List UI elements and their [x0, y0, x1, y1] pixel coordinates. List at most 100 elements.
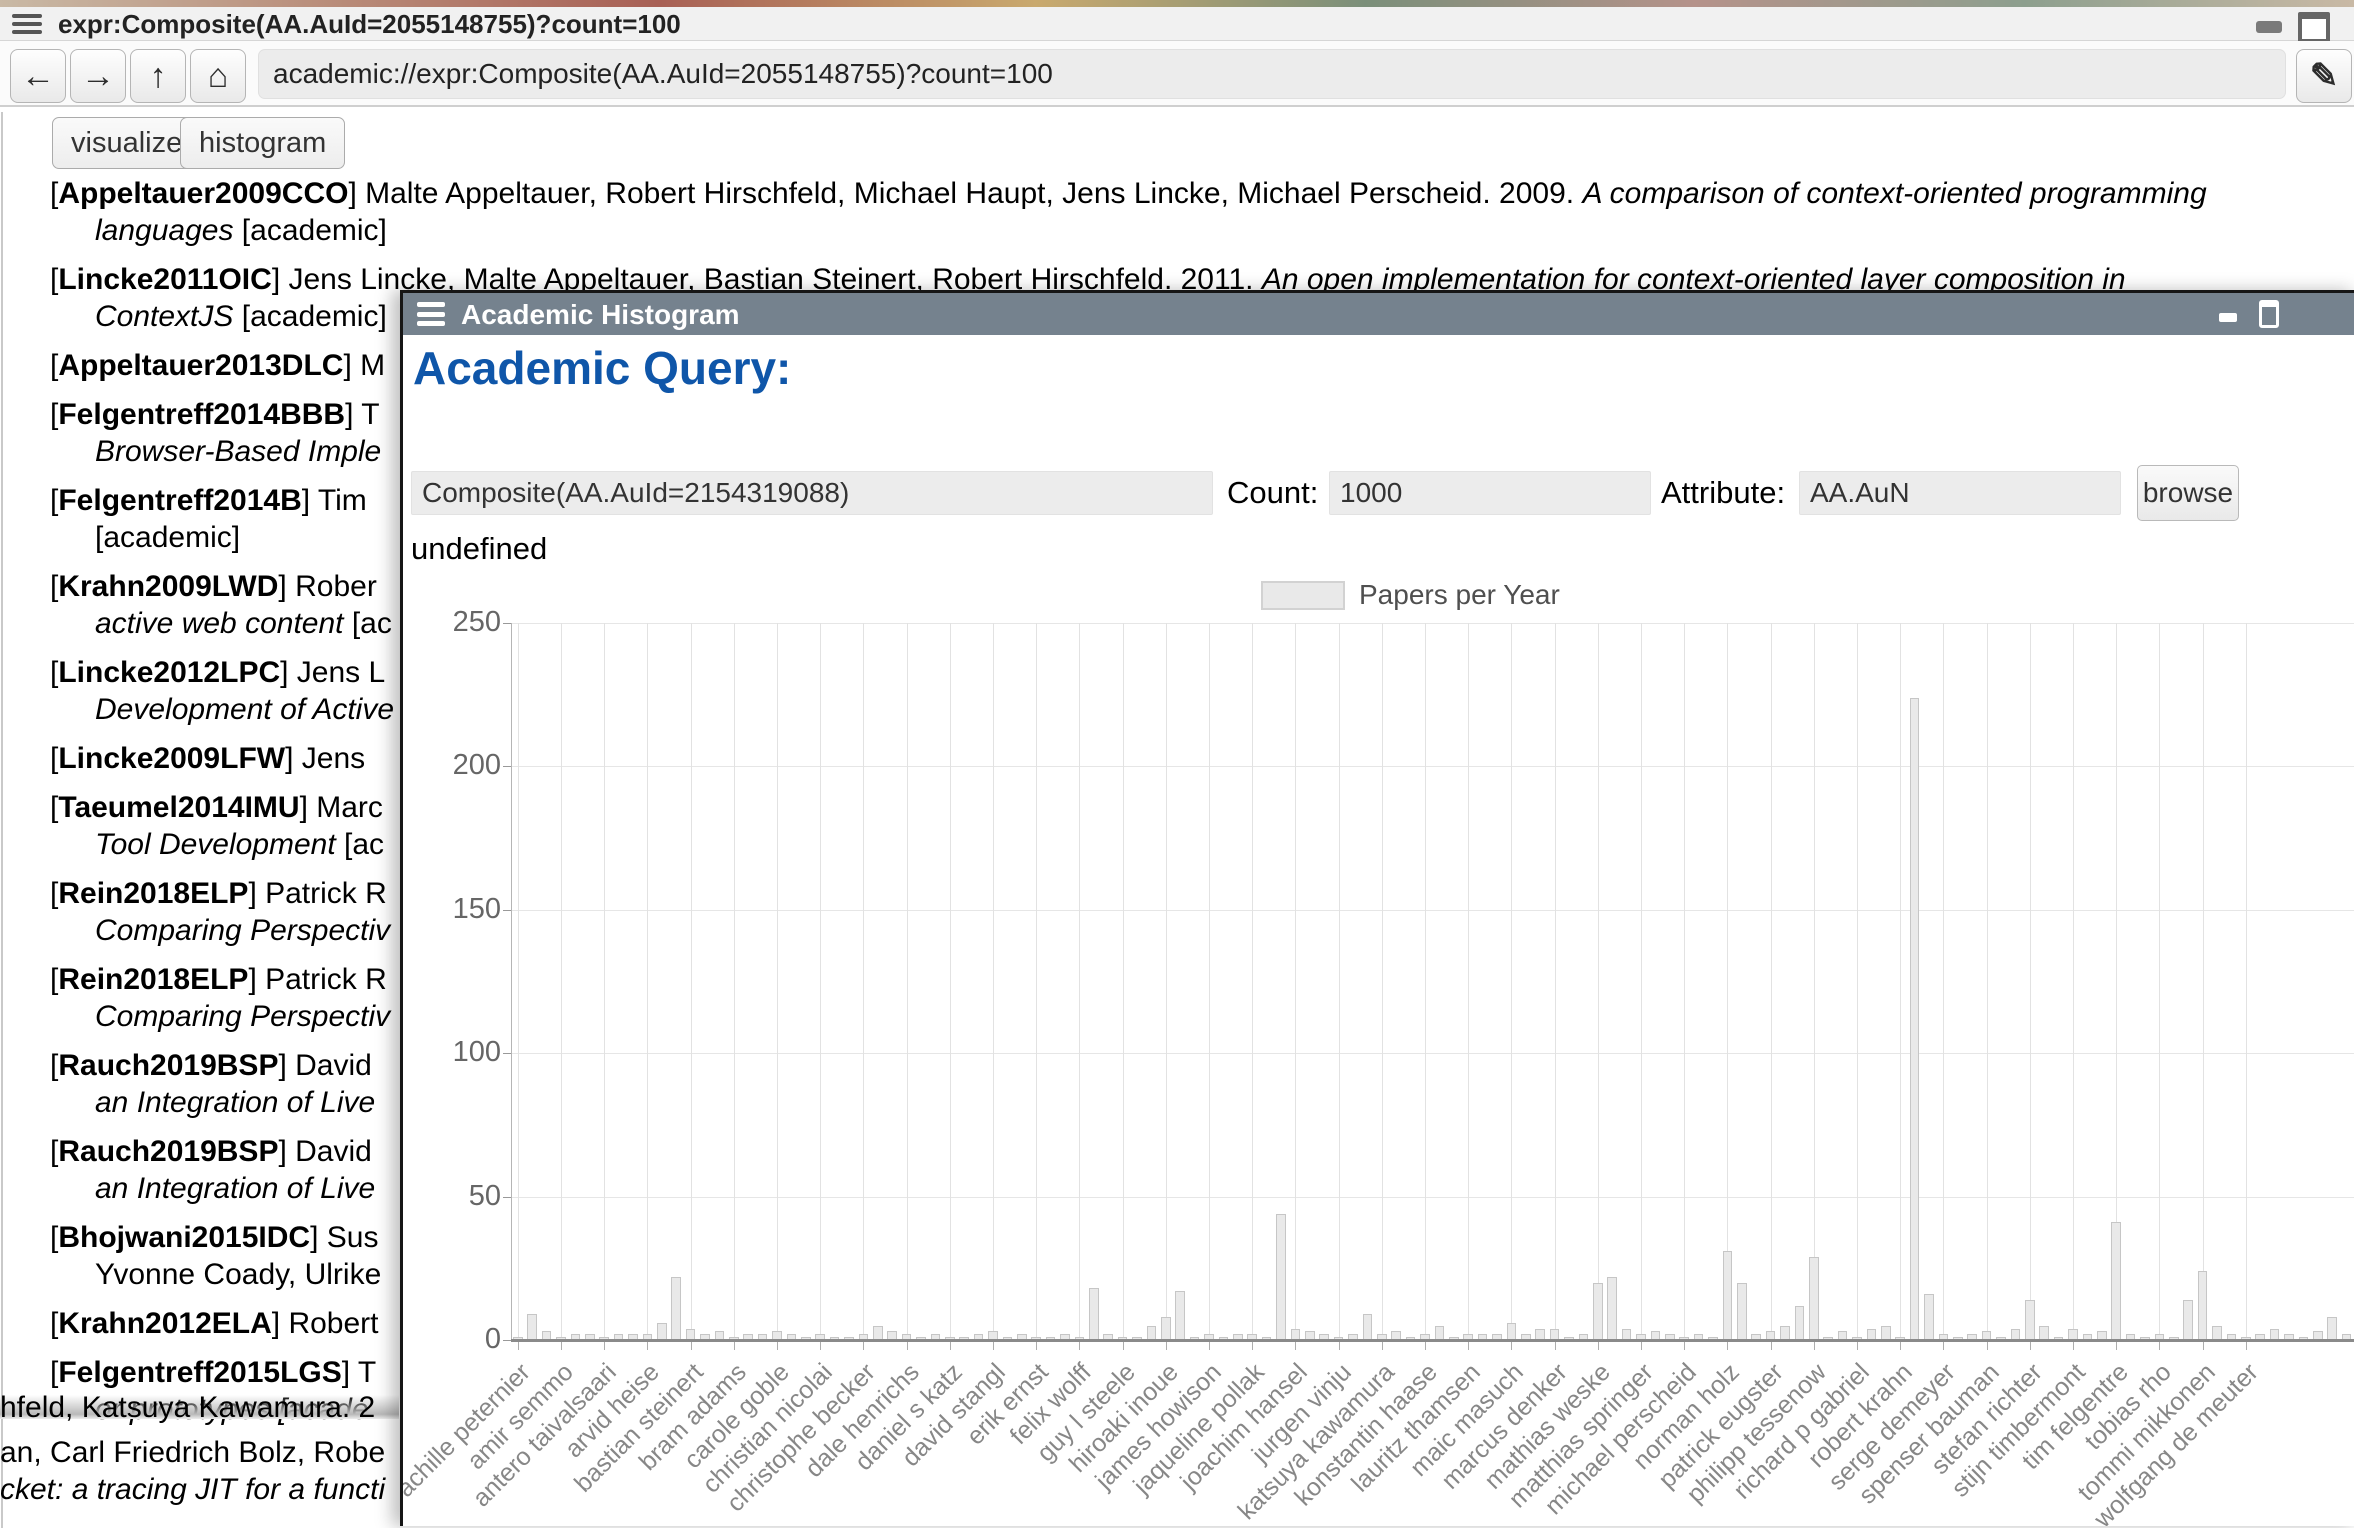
x-gridline [1511, 623, 1512, 1340]
x-gridline [1425, 623, 1426, 1340]
x-gridline [2159, 623, 2160, 1340]
minimize-button[interactable] [2256, 21, 2282, 33]
y-tick [503, 1340, 511, 1341]
back-button[interactable]: ← [10, 49, 66, 103]
bar [527, 1314, 537, 1340]
citation-item: [Appeltauer2009CCO] Malte Appeltauer, Ro… [50, 175, 2350, 249]
y-gridline [511, 766, 2354, 767]
x-gridline [647, 623, 648, 1340]
x-gridline [863, 623, 864, 1340]
papers-per-year-chart: 050100150200250achille peternieramir sem… [403, 293, 2354, 1526]
bar [1363, 1314, 1373, 1340]
x-gridline [777, 623, 778, 1340]
navigation-toolbar: ← → ↑ ⌂ ✎ [0, 41, 2354, 107]
x-gridline [993, 623, 994, 1340]
histogram-button[interactable]: histogram [180, 117, 345, 169]
bar [1161, 1317, 1171, 1340]
y-axis-line [511, 623, 512, 1340]
y-tick-label: 150 [413, 893, 501, 926]
citation-fragment: hfeld, Katsuya Kawamura. 2 [0, 1391, 375, 1425]
main-titlebar[interactable]: expr:Composite(AA.AuId=2055148755)?count… [0, 7, 2354, 41]
bar [1809, 1257, 1819, 1340]
x-gridline [1382, 623, 1383, 1340]
bar [873, 1326, 883, 1340]
bar [2327, 1317, 2337, 1340]
x-gridline [1123, 623, 1124, 1340]
x-axis-baseline [511, 1339, 2354, 1342]
bar [1507, 1323, 1517, 1340]
citation-fragment: cket: a tracing JIT for a functi [0, 1473, 385, 1507]
x-gridline [1987, 623, 1988, 1340]
y-tick-label: 50 [413, 1180, 501, 1213]
maximize-button[interactable] [2298, 12, 2330, 43]
visualize-button[interactable]: visualize [52, 117, 201, 169]
x-gridline [518, 623, 519, 1340]
x-gridline [1641, 623, 1642, 1340]
x-gridline [2030, 623, 2031, 1340]
bar [2198, 1271, 2208, 1340]
bar [1881, 1326, 1891, 1340]
x-gridline [1598, 623, 1599, 1340]
up-button[interactable]: ↑ [130, 49, 186, 103]
bar [2025, 1300, 2035, 1340]
academic-histogram-window: Academic Histogram Academic Query: Count… [400, 290, 2354, 1526]
y-gridline [511, 1053, 2354, 1054]
bar [1924, 1294, 1934, 1340]
x-gridline [1684, 623, 1685, 1340]
bar [1435, 1326, 1445, 1340]
bar [2111, 1222, 2121, 1340]
x-gridline [2203, 623, 2204, 1340]
y-tick [503, 1197, 511, 1198]
x-gridline [820, 623, 821, 1340]
x-gridline [1814, 623, 1815, 1340]
bar [1795, 1306, 1805, 1340]
bar [2212, 1326, 2222, 1340]
x-gridline [1727, 623, 1728, 1340]
citation-fragment: an, Carl Friedrich Bolz, Robe [0, 1436, 385, 1470]
url-input[interactable] [258, 49, 2286, 99]
x-gridline [734, 623, 735, 1340]
y-tick [503, 766, 511, 767]
y-tick-label: 200 [413, 749, 501, 782]
bar [1780, 1326, 1790, 1340]
x-gridline [691, 623, 692, 1340]
y-tick-label: 0 [413, 1323, 501, 1356]
x-gridline [604, 623, 605, 1340]
x-gridline [1209, 623, 1210, 1340]
window-title: expr:Composite(AA.AuId=2055148755)?count… [58, 8, 681, 40]
y-tick-label: 100 [413, 1036, 501, 1069]
x-gridline [950, 623, 951, 1340]
bar [1607, 1277, 1617, 1340]
x-gridline [1771, 623, 1772, 1340]
y-tick [503, 910, 511, 911]
x-gridline [1036, 623, 1037, 1340]
page-border [1, 112, 3, 1528]
bar [2183, 1300, 2193, 1340]
bar [657, 1323, 667, 1340]
y-tick-label: 250 [413, 606, 501, 639]
menu-icon[interactable] [12, 14, 42, 34]
forward-button[interactable]: → [70, 49, 126, 103]
x-gridline [1339, 623, 1340, 1340]
y-tick [503, 1053, 511, 1054]
desktop-background [0, 0, 2354, 7]
bar [671, 1277, 681, 1340]
x-gridline [1079, 623, 1080, 1340]
bar [1147, 1326, 1157, 1340]
y-gridline [511, 910, 2354, 911]
bar [1910, 698, 1920, 1340]
edit-url-icon[interactable]: ✎ [2296, 49, 2352, 103]
bar [1276, 1214, 1286, 1340]
bar [1593, 1283, 1603, 1340]
x-gridline [1555, 623, 1556, 1340]
x-gridline [907, 623, 908, 1340]
x-gridline [2246, 623, 2247, 1340]
x-gridline [1295, 623, 1296, 1340]
x-gridline [1943, 623, 1944, 1340]
bar [1175, 1291, 1185, 1340]
bar [1089, 1288, 1099, 1340]
x-gridline [1857, 623, 1858, 1340]
x-gridline [1252, 623, 1253, 1340]
x-gridline [1166, 623, 1167, 1340]
home-icon[interactable]: ⌂ [190, 49, 246, 103]
